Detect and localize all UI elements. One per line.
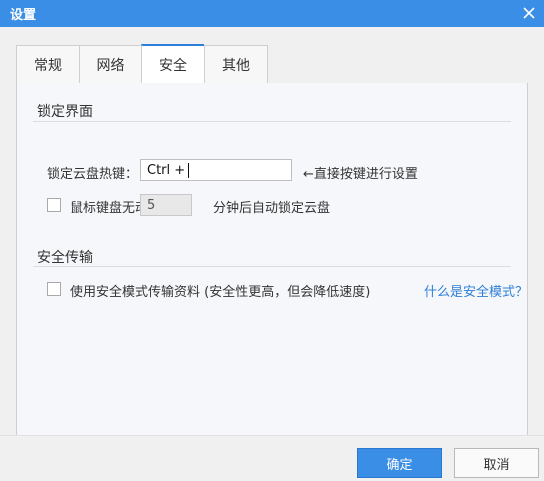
idle-lock-checkbox[interactable] — [47, 198, 61, 212]
settings-dialog: 常规 网络 安全 其他 锁定界面 锁定云盘热键： Ctrl + ←直接按键进行设… — [0, 27, 544, 481]
tab-other[interactable]: 其他 — [204, 45, 268, 84]
ok-button[interactable]: 确定 — [357, 448, 442, 478]
dialog-footer: 确定 取消 — [0, 435, 544, 481]
tab-general[interactable]: 常规 — [16, 45, 79, 84]
close-icon[interactable] — [518, 2, 540, 24]
tab-bar: 常规 网络 安全 其他 — [16, 44, 268, 84]
idle-lock-label: 鼠标键盘无动 — [70, 201, 149, 216]
security-panel: 锁定界面 锁定云盘热键： Ctrl + ←直接按键进行设置 鼠标键盘无动 5 分… — [16, 83, 528, 443]
lock-section-title: 锁定界面 — [37, 104, 93, 120]
window-title: 设置 — [10, 8, 37, 23]
secure-section-divider — [33, 266, 511, 267]
text-caret — [188, 162, 190, 178]
hotkey-input[interactable]: Ctrl + — [140, 159, 292, 181]
cancel-button[interactable]: 取消 — [454, 448, 539, 478]
hotkey-value: Ctrl + — [147, 162, 186, 178]
idle-lock-suffix: 分钟后自动锁定云盘 — [213, 201, 331, 216]
hotkey-label: 锁定云盘热键： — [47, 167, 139, 182]
title-bar: 设置 — [0, 0, 544, 27]
tab-security[interactable]: 安全 — [141, 44, 204, 84]
idle-minutes-value: 5 — [147, 197, 156, 213]
tab-network[interactable]: 网络 — [79, 45, 141, 84]
secure-mode-checkbox[interactable] — [47, 282, 61, 296]
lock-section-divider — [33, 121, 511, 122]
idle-minutes-input[interactable]: 5 — [140, 194, 192, 216]
secure-mode-label: 使用安全模式传输资料 (安全性更高，但会降低速度) — [70, 285, 371, 300]
secure-mode-help-link[interactable]: 什么是安全模式？ — [424, 281, 528, 300]
hotkey-hint: ←直接按键进行设置 — [303, 167, 418, 182]
secure-section-title: 安全传输 — [37, 250, 93, 266]
